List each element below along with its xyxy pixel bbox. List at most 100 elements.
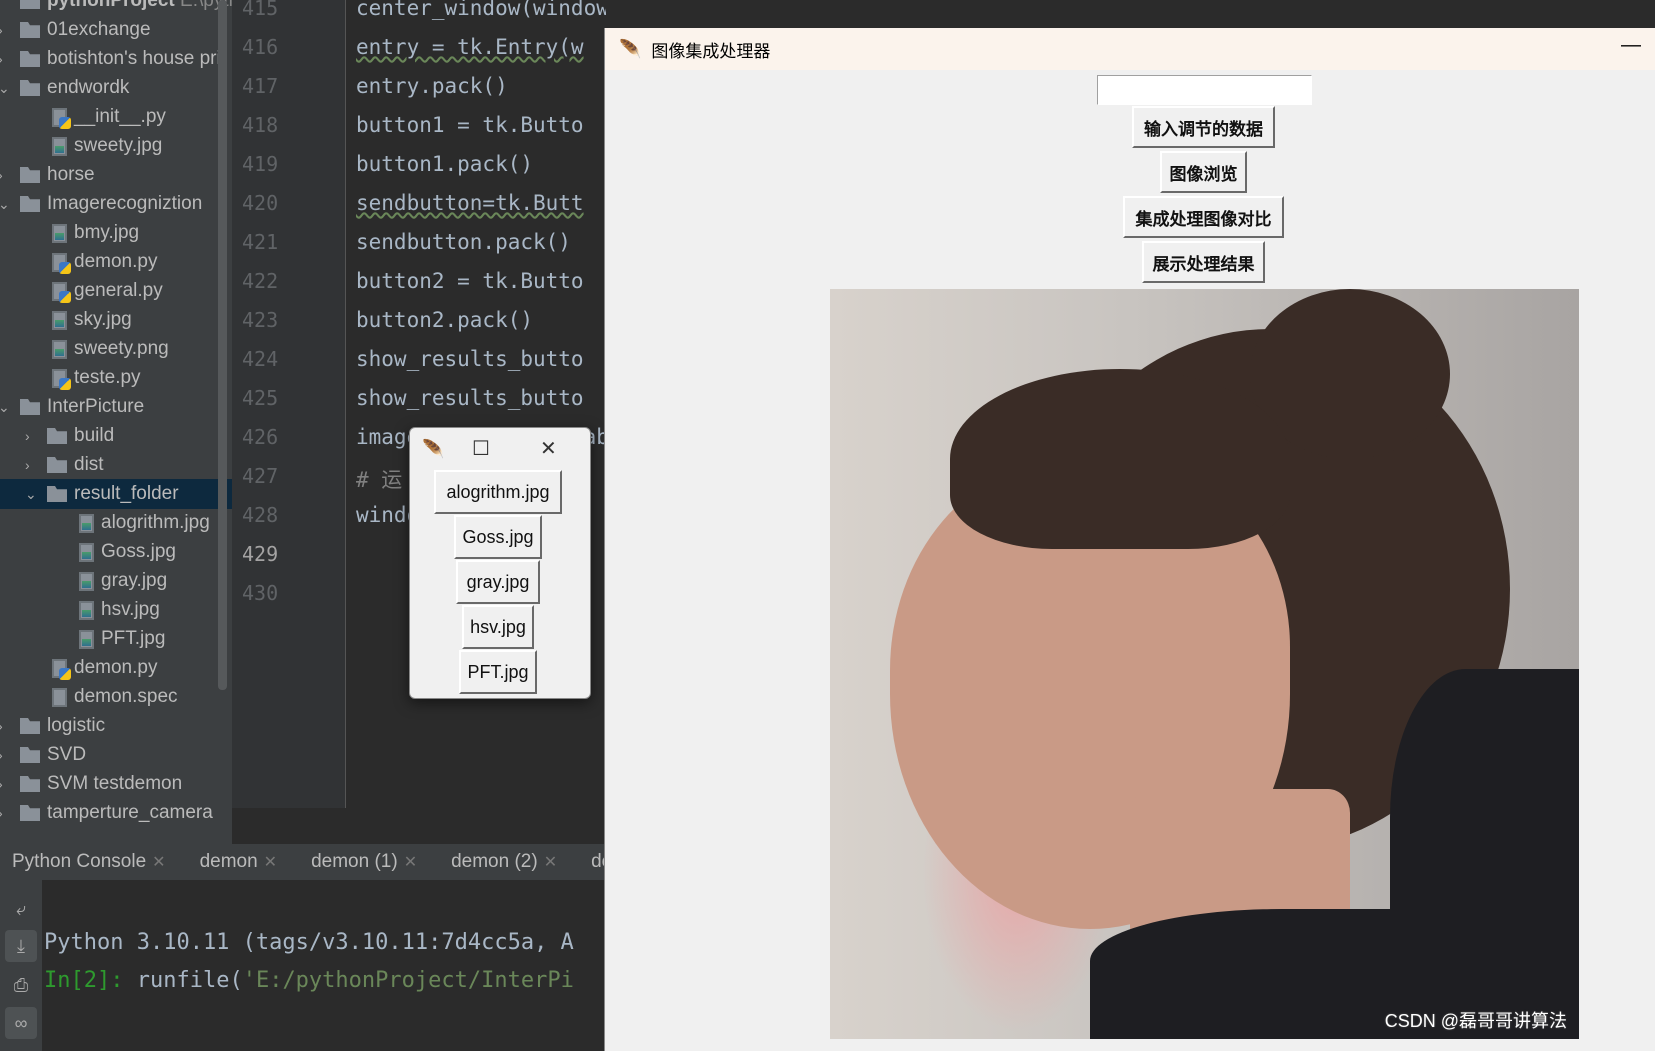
image-file-icon [52,339,67,359]
popup-title-bar[interactable]: 🪶 ☐ ✕ [410,428,590,470]
code-line: button2.pack() [356,308,534,332]
tree-item-label: Goss.jpg [101,541,176,562]
console-tab[interactable]: demon ✕ [178,851,300,873]
tree-item[interactable]: › botishton's house pri [0,44,232,74]
folder-icon [47,457,67,473]
tree-item[interactable]: sweety.png [0,334,232,364]
close-tab-icon[interactable]: ✕ [544,852,557,872]
expand-arrow-icon[interactable]: › [0,51,3,67]
folder-icon [20,167,40,183]
expand-arrow-icon[interactable]: › [0,718,3,734]
tree-item[interactable]: alogrithm.jpg [0,508,232,538]
expand-arrow-icon[interactable]: › [0,805,3,821]
tree-item[interactable]: PFT.jpg [0,624,232,654]
tree-item[interactable]: __init__.py [0,102,232,132]
tree-item[interactable]: gray.jpg [0,566,232,596]
tree-item[interactable]: sky.jpg [0,305,232,335]
tree-item[interactable]: › 01exchange [0,15,232,45]
result-popup-window: 🪶 ☐ ✕ alogrithm.jpg Goss.jpg gray.jpg hsv.j… [409,427,591,699]
tree-item-label: Imagerecogniztion [47,193,203,214]
expand-arrow-icon[interactable]: › [25,457,30,473]
tree-item-label: sweety.jpg [74,135,163,156]
project-root[interactable]: pythonProject E:\pytho [0,0,232,16]
tree-item-label: demon.py [74,251,158,272]
expand-arrow-icon[interactable]: ⌄ [0,399,10,416]
result-image-button[interactable]: PFT.jpg [459,650,537,694]
console-toolbar: ⤶ ⤓ ⎙ ∞ [0,880,42,1051]
compare-processing-button[interactable]: 集成处理图像对比 [1123,196,1284,238]
image-file-icon [79,629,94,649]
line-number: 426 [242,425,279,449]
tree-item[interactable]: demon.spec [0,682,232,712]
close-tab-icon[interactable]: ✕ [404,852,417,872]
close-tab-icon[interactable]: ✕ [264,852,277,872]
console-tab[interactable]: demon (2) ✕ [429,851,579,873]
expand-arrow-icon[interactable]: › [25,428,30,444]
sidebar-scrollbar[interactable] [218,0,227,690]
tree-item[interactable]: demon.py [0,247,232,277]
line-number: 430 [242,581,279,605]
input-data-button[interactable]: 输入调节的数据 [1132,106,1275,148]
result-image-button[interactable]: alogrithm.jpg [434,470,562,514]
console-input-line: In[2]: runfile('E:/pythonProject/InterPi [44,968,574,993]
show-results-button[interactable]: 展示处理结果 [1142,241,1265,283]
expand-arrow-icon[interactable]: ⌄ [0,196,10,213]
expand-arrow-icon[interactable]: › [0,167,3,183]
tree-item[interactable]: Goss.jpg [0,537,232,567]
scroll-to-end-icon[interactable]: ⤓ [5,930,37,962]
print-icon[interactable]: ⎙ [5,969,37,1001]
tree-item[interactable]: ⌄ InterPicture [0,392,232,422]
expand-arrow-icon[interactable]: ⌄ [0,80,10,97]
browse-image-button[interactable]: 图像浏览 [1160,151,1247,193]
tree-item[interactable]: general.py [0,276,232,306]
code-line: entry.pack() [356,74,508,98]
minimize-button[interactable]: — [1621,34,1641,57]
tree-item[interactable]: › tamperture_camera [0,798,232,828]
tree-item[interactable]: › SVD [0,740,232,770]
line-number: 419 [242,152,279,176]
tree-item[interactable]: ⌄ endwordk [0,73,232,103]
folder-icon [20,776,40,792]
tree-item[interactable]: sweety.jpg [0,131,232,161]
line-number: 425 [242,386,279,410]
tk-title-bar[interactable]: 🪶 图像集成处理器 — [605,28,1655,70]
soft-wrap-icon[interactable]: ⤶ [5,893,37,925]
close-button[interactable]: ✕ [540,436,557,461]
tree-item[interactable]: › horse [0,160,232,190]
console-tab[interactable]: demon (1) ✕ [289,851,439,873]
line-number: 428 [242,503,279,527]
tree-item[interactable]: ⌄ result_folder [0,479,232,509]
show-variables-icon[interactable]: ∞ [5,1007,37,1039]
folder-icon [20,718,40,734]
data-entry-input[interactable] [1097,75,1312,105]
code-line: sendbutton=tk.Butt [356,191,584,215]
tree-item[interactable]: teste.py [0,363,232,393]
tree-item[interactable]: › SVM testdemon [0,769,232,799]
result-image-button[interactable]: hsv.jpg [462,605,534,649]
tree-item[interactable]: ⌄ Imagerecogniztion [0,189,232,219]
tree-item-label: __init__.py [74,106,166,127]
expand-arrow-icon[interactable]: › [0,776,3,792]
tree-item[interactable]: demon.py [0,653,232,683]
line-number: 420 [242,191,279,215]
result-image-button[interactable]: gray.jpg [456,560,540,604]
tree-item-label: logistic [47,715,106,736]
close-tab-icon[interactable]: ✕ [152,852,165,872]
maximize-button[interactable]: ☐ [472,436,490,461]
result-image-button[interactable]: Goss.jpg [454,515,542,559]
expand-arrow-icon[interactable]: ⌄ [25,486,37,503]
tree-item[interactable]: hsv.jpg [0,595,232,625]
tab-label: de [591,851,604,872]
console-tab[interactable]: de [569,851,604,873]
tree-item[interactable]: › dist [0,450,232,480]
expand-arrow-icon[interactable]: › [0,22,3,38]
python-console[interactable]: ⤶ ⤓ ⎙ ∞ Python 3.10.11 (tags/v3.10.11:7d… [0,880,604,1051]
expand-arrow-icon[interactable]: › [0,747,3,763]
tree-item-label: result_folder [74,483,179,504]
tk-main-window: 🪶 图像集成处理器 — 输入调节的数据 图像浏览 集成处理图像对比 展示处理结果… [604,28,1655,1051]
tree-item[interactable]: › build [0,421,232,451]
tree-item-label: horse [47,164,95,185]
tree-item[interactable]: bmy.jpg [0,218,232,248]
tree-item[interactable]: › logistic [0,711,232,741]
console-tab[interactable]: Python Console ✕ [0,851,188,873]
